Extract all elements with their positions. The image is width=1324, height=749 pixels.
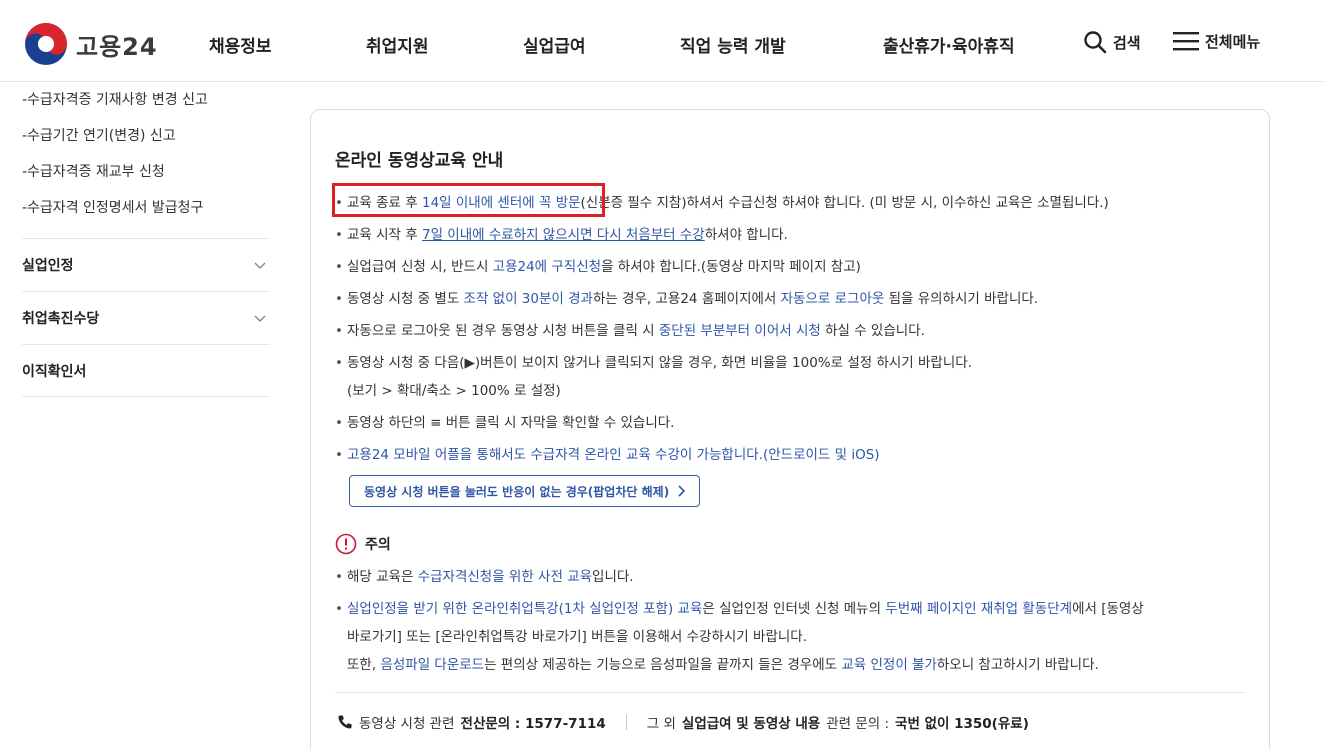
guide-text: 동영상 하단의 ≡ 버튼 클릭 시 자막을 확인할 수 있습니다. <box>347 415 675 431</box>
guide-emphasis: 자동으로 로그아웃 <box>780 291 885 307</box>
notice-text: 하오니 참고하시기 바랍니다. <box>936 657 1099 673</box>
all-menu-button[interactable]: 전체메뉴 <box>1173 30 1260 52</box>
search-icon <box>1084 31 1107 54</box>
notice-emphasis: 음성파일 다운로드 <box>380 657 485 673</box>
notice-text: 입니다. <box>592 569 634 585</box>
notice-item: 해당 교육은 수급자격신청을 위한 사전 교육입니다. <box>335 563 1255 591</box>
sidebar: -수급자격증 기재사항 변경 신고 -수급기간 연기(변경) 신고 -수급자격증… <box>22 82 270 397</box>
taegeuk-logo-icon <box>25 23 67 65</box>
nav-item-skills-development[interactable]: 직업 능력 개발 <box>680 32 786 57</box>
guide-text: 하셔야 합니다. <box>704 227 788 243</box>
notice-text: 은 실업인정 인터넷 신청 메뉴의 <box>702 601 886 617</box>
content-divider <box>335 692 1245 693</box>
popup-button-label: 동영상 시청 버튼을 눌러도 반응이 없는 경우(팝업차단 해제) <box>364 484 670 499</box>
sidebar-sub-item[interactable]: -수급자격 인정명세서 발급청구 <box>22 190 270 226</box>
guide-emphasis: 조작 없이 30분이 경과 <box>463 291 593 307</box>
guide-text: 하실 수 있습니다. <box>820 323 925 339</box>
guide-emphasis: 중단된 부분부터 이어서 시청 <box>658 323 821 339</box>
notice-emphasis: 실업인정을 받기 위한 온라인취업특강(1차 실업인정 포함) 교육 <box>347 601 703 617</box>
guide-emphasis: 고용24에 구직신청 <box>492 259 602 275</box>
guide-emphasis: 7일 이내에 수료하지 않으시면 다시 처음부터 수강 <box>421 227 705 243</box>
all-menu-label: 전체메뉴 <box>1205 32 1261 51</box>
contact-text: 그 외 <box>646 716 676 732</box>
chevron-right-icon <box>678 485 686 497</box>
guide-text: 됨을 유의하시기 바랍니다. <box>884 291 1039 307</box>
notice-title: 주의 <box>365 537 391 553</box>
guide-text: 교육 종료 후 <box>347 195 422 211</box>
content-panel: 온라인 동영상교육 안내 교육 종료 후 14일 이내에 센터에 꼭 방문(신분… <box>310 109 1270 749</box>
sidebar-sub-item[interactable]: -수급자격증 재교부 신청 <box>22 154 270 190</box>
sidebar-group-label: 취업촉진수당 <box>22 311 100 327</box>
guide-item: 자동으로 로그아웃 된 경우 동영상 시청 버튼을 클릭 시 중단된 부분부터 … <box>335 317 1255 345</box>
popup-block-help-button[interactable]: 동영상 시청 버튼을 눌러도 반응이 없는 경우(팝업차단 해제) <box>349 475 701 507</box>
nav-item-leave[interactable]: 출산휴가·육아휴직 <box>883 32 1015 57</box>
contact-text: 동영상 시청 관련 <box>359 716 455 732</box>
sidebar-sub-item[interactable]: -수급기간 연기(변경) 신고 <box>22 118 270 154</box>
guide-subtext: (보기 > 확대/축소 > 100% 로 설정) <box>347 383 561 399</box>
guide-text: 동영상 시청 중 별도 <box>347 291 464 307</box>
contact-text: 관련 문의 : <box>826 716 890 732</box>
guide-item: 교육 종료 후 14일 이내에 센터에 꼭 방문(신분증 필수 지참)하셔서 수… <box>332 183 1255 217</box>
guide-emphasis: 14일 이내에 센터에 꼭 방문 <box>421 195 581 211</box>
notice-heading: 주의 <box>335 533 1255 555</box>
nav-item-unemployment-benefit[interactable]: 실업급여 <box>523 32 586 57</box>
guide-item: 동영상 하단의 ≡ 버튼 클릭 시 자막을 확인할 수 있습니다. <box>335 409 1255 437</box>
notice-emphasis: 교육 인정이 불가 <box>841 657 937 673</box>
guide-list: 교육 종료 후 14일 이내에 센터에 꼭 방문(신분증 필수 지참)하셔서 수… <box>332 183 1255 683</box>
guide-text: (신분증 필수 지참)하셔서 수급신청 하셔야 합니다. (미 방문 시, 이수… <box>580 195 1109 211</box>
search-button[interactable]: 검색 <box>1083 30 1141 54</box>
sidebar-group-label: 실업인정 <box>22 258 74 274</box>
site-logo[interactable]: 고용24 <box>24 22 158 66</box>
contact-it-phone: 전산문의 : 1577-7114 <box>460 716 606 732</box>
phone-icon <box>338 715 352 729</box>
guide-emphasis: 고용24 모바일 어플을 통해서도 수급자격 온라인 교육 수강이 가능합니다.… <box>347 447 880 463</box>
notice-text: 는 편의상 제공하는 기능으로 음성파일을 끝까지 들은 경우에도 <box>484 657 842 673</box>
guide-item: 동영상 시청 중 다음(▶)버튼이 보이지 않거나 클릭되지 않을 경우, 화면… <box>335 349 1255 405</box>
sidebar-group-separation-certificate[interactable]: 이직확인서 <box>22 344 270 397</box>
notice-text: 또한, <box>347 657 381 673</box>
section-title: 온라인 동영상교육 안내 <box>335 151 504 171</box>
guide-text: 동영상 시청 중 다음(▶)버튼이 보이지 않거나 클릭되지 않을 경우, 화면… <box>347 355 972 371</box>
guide-item: 고용24 모바일 어플을 통해서도 수급자격 온라인 교육 수강이 가능합니다.… <box>335 441 1255 469</box>
warning-circle-icon <box>335 533 357 555</box>
guide-text: 하는 경우, 고용24 홈페이지에서 <box>592 291 781 307</box>
contact-separator <box>625 714 627 730</box>
site-header: 고용24 채용정보 취업지원 실업급여 직업 능력 개발 출산휴가·육아휴직 검… <box>0 0 1324 82</box>
guide-item: 동영상 시청 중 별도 조작 없이 30분이 경과하는 경우, 고용24 홈페이… <box>335 285 1255 313</box>
sidebar-group-unemployment-recognition[interactable]: 실업인정 <box>22 238 270 291</box>
notice-text: 바로가기] 또는 [온라인취업특강 바로가기] 버튼을 이용해서 수강하시기 바… <box>347 629 807 645</box>
nav-item-jobs[interactable]: 채용정보 <box>209 32 272 57</box>
contact-topic: 실업급여 및 동영상 내용 <box>681 716 821 732</box>
hamburger-menu-icon <box>1173 32 1199 51</box>
guide-item: 교육 시작 후 7일 이내에 수료하지 않으시면 다시 처음부터 수강하셔야 합… <box>335 221 1255 249</box>
notice-emphasis: 수급자격신청을 위한 사전 교육 <box>417 569 593 585</box>
sidebar-group-reemployment-allowance[interactable]: 취업촉진수당 <box>22 291 270 344</box>
guide-text: 교육 시작 후 <box>347 227 422 243</box>
chevron-down-icon <box>254 315 266 322</box>
contact-general-phone: 국번 없이 1350(유료) <box>895 716 1029 732</box>
notice-emphasis: 두번째 페이지인 재취업 활동단계 <box>885 601 1073 617</box>
search-label: 검색 <box>1113 33 1141 52</box>
guide-text: 실업급여 신청 시, 반드시 <box>347 259 493 275</box>
guide-text: 을 하셔야 합니다.(동영상 마지막 페이지 참고) <box>601 259 861 275</box>
sidebar-sub-item[interactable]: -수급자격증 기재사항 변경 신고 <box>22 82 270 118</box>
logo-text: 고용24 <box>76 32 158 61</box>
chevron-down-icon <box>254 262 266 269</box>
guide-text: 자동으로 로그아웃 된 경우 동영상 시청 버튼을 클릭 시 <box>347 323 659 339</box>
contact-info: 동영상 시청 관련 전산문의 : 1577-7114 그 외 실업급여 및 동영… <box>337 712 1029 732</box>
notice-text: 해당 교육은 <box>347 569 418 585</box>
guide-item: 실업급여 신청 시, 반드시 고용24에 구직신청을 하셔야 합니다.(동영상 … <box>335 253 1255 281</box>
notice-text: 에서 [동영상 <box>1072 601 1144 617</box>
sidebar-group-label: 이직확인서 <box>22 363 87 380</box>
nav-item-employment-support[interactable]: 취업지원 <box>366 32 429 57</box>
notice-item: 실업인정을 받기 위한 온라인취업특강(1차 실업인정 포함) 교육은 실업인정… <box>335 595 1255 679</box>
